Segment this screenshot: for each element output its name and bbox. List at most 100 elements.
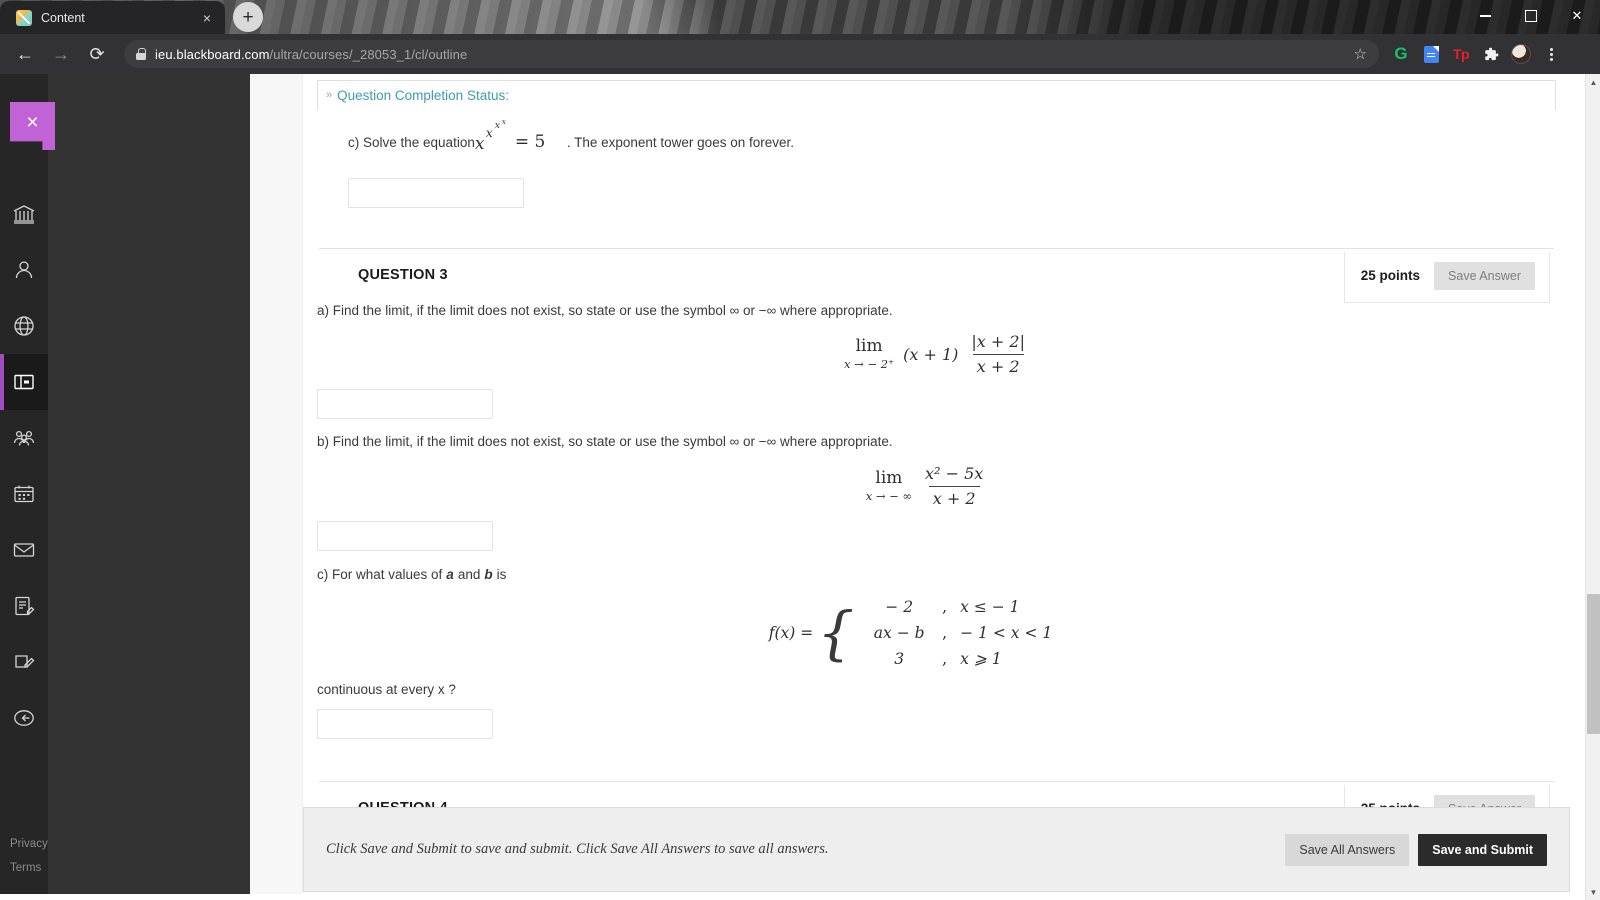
limit-expression-a: lim x → − 2⁺ (x + 1) |x + 2| x + 2 xyxy=(844,332,1029,377)
piecewise-value: − 2 xyxy=(885,598,914,617)
power-tower-equation: x x x x = 5 xyxy=(475,118,567,154)
q3-part-b-text: b) Find the limit, if the limit does not… xyxy=(317,434,893,450)
prev-question-part-c: c) Solve the equation x x x x = 5 . The … xyxy=(317,110,1556,154)
answer-input-q3a[interactable] xyxy=(317,389,493,420)
tower-rhs: = 5 xyxy=(514,132,546,152)
forward-icon[interactable]: → xyxy=(46,39,76,69)
grammarly-icon[interactable]: G xyxy=(1387,40,1415,68)
assessment-content: » Question Completion Status: c) Solve t… xyxy=(303,74,1570,900)
chevron-down-icon: » xyxy=(326,89,333,101)
privacy-link[interactable]: Privacy xyxy=(10,832,48,856)
tab-strip: Content × + xyxy=(0,0,880,34)
piecewise-value: ax − b xyxy=(873,624,925,643)
save-all-answers-button[interactable]: Save All Answers xyxy=(1285,833,1410,866)
profile-avatar[interactable] xyxy=(1507,40,1535,68)
blackboard-secondary-panel xyxy=(48,74,250,900)
rail-legal-links: Privacy Terms xyxy=(10,832,48,880)
window-controls: ✕ xyxy=(1462,0,1600,32)
extensions-puzzle-icon[interactable] xyxy=(1477,40,1505,68)
sidebar-item-profile[interactable] xyxy=(0,242,48,298)
tower-exp3: x xyxy=(501,118,506,126)
fraction-a: |x + 2| x + 2 xyxy=(967,332,1029,377)
save-answer-button-q3[interactable]: Save Answer xyxy=(1434,261,1535,290)
sidebar-item-calendar[interactable] xyxy=(0,466,48,522)
fraction-numerator-a: |x + 2| xyxy=(971,332,1025,352)
lim-op-b: lim xyxy=(875,467,903,488)
sidebar-item-activity-stream[interactable] xyxy=(0,298,48,354)
save-and-submit-button[interactable]: Save and Submit xyxy=(1418,833,1547,866)
reload-icon[interactable]: ⟳ xyxy=(82,39,112,69)
tower-exp2: x xyxy=(494,121,500,131)
sidebar-item-sign-out[interactable] xyxy=(0,690,48,746)
question-3-points: 25 points xyxy=(1360,268,1421,284)
lim-sub-b: x → − ∞ xyxy=(865,488,913,503)
scrollbar-thumb[interactable] xyxy=(1587,594,1600,734)
scroll-down-arrow-icon[interactable]: ▼ xyxy=(1586,884,1600,900)
tower-base: x xyxy=(474,134,485,154)
bookmark-star-icon[interactable]: ☆ xyxy=(1354,45,1367,63)
sidebar-item-courses[interactable] xyxy=(0,354,48,410)
piecewise-comma: , xyxy=(942,624,948,643)
piecewise-condition: x ≤ − 1 xyxy=(960,598,1020,617)
content-left-gutter xyxy=(250,74,303,900)
q3-part-c-equation: f(x) = { − 2 , x ≤ − 1 ax − b , − 1 < x … xyxy=(317,584,1556,672)
prev-part-tail: . The exponent tower goes on forever. xyxy=(566,135,794,150)
answer-input-q3b[interactable] xyxy=(317,520,493,551)
fraction-numerator-b: x² − 5x xyxy=(925,463,984,483)
sidebar-item-organizations[interactable] xyxy=(0,410,48,466)
q3c-text-is: is xyxy=(496,566,507,582)
limit-operator-a: lim x → − 2⁺ xyxy=(844,338,894,371)
limit-operator-b: lim x → − ∞ xyxy=(865,467,913,503)
q3-part-a-text: a) Find the limit, if the limit does not… xyxy=(317,302,893,318)
close-window-button[interactable]: ✕ xyxy=(1554,0,1600,32)
lim-sub-a: x → − 2⁺ xyxy=(844,357,895,372)
close-icon[interactable]: × xyxy=(197,8,217,28)
sidebar-item-institution[interactable] xyxy=(0,186,48,242)
q3-part-c-text-after: continuous at every x ? xyxy=(317,682,456,698)
piecewise-row: − 2 , x ≤ − 1 xyxy=(856,598,1052,616)
q3c-text-before: c) For what values of xyxy=(317,566,443,582)
q3c-var-b: b xyxy=(484,566,493,582)
fraction-b: x² − 5x x + 2 xyxy=(921,464,987,509)
scroll-up-arrow-icon[interactable]: ▲ xyxy=(1586,74,1600,90)
left-brace-icon: { xyxy=(817,598,855,667)
tower-exp1: x xyxy=(485,126,493,140)
viewport-bottom-strip xyxy=(0,894,1600,900)
url-host: ieu.blackboard.com xyxy=(155,46,270,62)
back-icon[interactable]: ← xyxy=(10,39,40,69)
terms-link[interactable]: Terms xyxy=(10,856,48,880)
url-text: ieu.blackboard.com/ultra/courses/_28053_… xyxy=(155,47,467,62)
piecewise-function: f(x) = { − 2 , x ≤ − 1 ax − b , − 1 < x … xyxy=(769,598,1052,668)
sidebar-item-tools[interactable] xyxy=(0,634,48,690)
new-tab-button[interactable]: + xyxy=(233,2,263,32)
tab-title: Content xyxy=(41,10,85,25)
piecewise-condition: x ⩾ 1 xyxy=(960,650,1002,669)
chrome-menu-icon[interactable] xyxy=(1537,40,1565,68)
browser-toolbar: ← → ⟳ ieu.blackboard.com/ultra/courses/_… xyxy=(0,34,1600,74)
browser-tab[interactable]: Content × xyxy=(0,1,225,34)
q3-part-a-equation: lim x → − 2⁺ (x + 1) |x + 2| x + 2 xyxy=(317,320,1556,381)
tab-favicon-icon xyxy=(16,9,32,26)
q3c-text-and: and xyxy=(457,566,481,582)
browser-window: Content × + ✕ ← → ⟳ ieu.blackboard.com/u… xyxy=(0,0,1600,900)
piecewise-row: ax − b , − 1 < x < 1 xyxy=(856,624,1052,642)
limit-prefix-a: (x + 1) xyxy=(903,345,959,365)
question-completion-status-label[interactable]: Question Completion Status: xyxy=(337,88,509,103)
question-completion-status[interactable]: » Question Completion Status: xyxy=(317,80,1556,110)
maximize-button[interactable] xyxy=(1508,0,1554,32)
piecewise-rows: − 2 , x ≤ − 1 ax − b , − 1 < x < 1 3 , x… xyxy=(856,598,1052,668)
question-3-header: QUESTION 3 25 points Save Answer xyxy=(317,249,1556,303)
blackboard-left-rail: Privacy Terms xyxy=(0,74,48,900)
answer-input-prev-c[interactable] xyxy=(348,177,524,208)
lim-op-a: lim xyxy=(855,336,883,357)
submit-bar: Click Save and Submit to save and submit… xyxy=(303,807,1570,892)
minimize-button[interactable] xyxy=(1462,0,1508,32)
sidebar-item-messages[interactable] xyxy=(0,522,48,578)
google-docs-icon[interactable] xyxy=(1417,40,1445,68)
address-bar[interactable]: ieu.blackboard.com/ultra/courses/_28053_… xyxy=(124,40,1379,68)
fraction-denominator-b: x + 2 xyxy=(928,485,980,509)
turnitin-icon[interactable]: Tp xyxy=(1447,40,1475,68)
page-scrollbar[interactable]: ▲ ▼ xyxy=(1585,74,1600,900)
answer-input-q3c[interactable] xyxy=(317,708,493,739)
sidebar-item-grades[interactable] xyxy=(0,578,48,634)
